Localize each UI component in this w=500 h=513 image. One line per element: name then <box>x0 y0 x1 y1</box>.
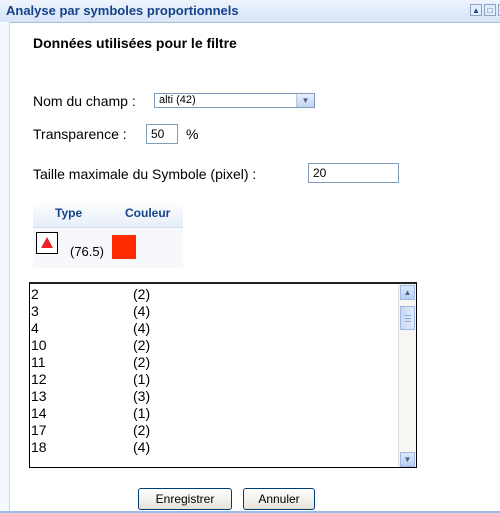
list-item-count: (2) <box>133 354 151 370</box>
color-column-header: Couleur <box>125 206 171 220</box>
list-item-value: 10 <box>31 337 47 353</box>
chevron-down-icon[interactable]: ▼ <box>296 94 314 107</box>
list-item[interactable]: 14 (1) <box>30 406 400 421</box>
list-item-value: 14 <box>31 405 47 421</box>
list-item-count: (1) <box>133 371 151 387</box>
collapse-icon[interactable]: ▲ <box>470 4 482 16</box>
scroll-down-icon[interactable]: ▼ <box>400 452 415 467</box>
transparency-input[interactable]: 50 <box>146 124 178 144</box>
list-item[interactable]: 2 (2) <box>30 287 400 302</box>
scroll-thumb[interactable] <box>400 306 415 330</box>
type-column-header: Type <box>55 206 83 220</box>
legend-table: Type Couleur (76.5) <box>33 200 183 268</box>
list-item[interactable]: 3 (4) <box>30 304 400 319</box>
transparency-unit: % <box>186 126 199 142</box>
list-item[interactable]: 4 (4) <box>30 321 400 336</box>
legend-row: (76.5) <box>33 228 183 268</box>
field-select-value: alti (42) <box>159 94 196 106</box>
list-item[interactable]: 18 (4) <box>30 440 400 455</box>
list-item-value: 4 <box>31 320 39 336</box>
save-button[interactable]: Enregistrer <box>138 488 232 510</box>
panel-border <box>0 22 10 513</box>
list-item-value: 2 <box>31 286 39 302</box>
list-item-count: (2) <box>133 422 151 438</box>
red-triangle-icon[interactable] <box>36 232 58 254</box>
scroll-up-icon[interactable]: ▲ <box>400 285 415 300</box>
list-item-count: (4) <box>133 439 151 455</box>
list-item[interactable]: 11 (2) <box>30 355 400 370</box>
list-item[interactable]: 13 (3) <box>30 389 400 404</box>
list-item-count: (4) <box>133 320 151 336</box>
max-size-input[interactable]: 20 <box>308 163 399 183</box>
list-item-value: 11 <box>31 354 46 370</box>
list-item[interactable]: 10 (2) <box>30 338 400 353</box>
list-item-value: 3 <box>31 303 39 319</box>
list-item[interactable]: 12 (1) <box>30 372 400 387</box>
maximize-icon[interactable]: □ <box>484 4 496 16</box>
max-size-label: Taille maximale du Symbole (pixel) : <box>33 166 257 182</box>
window-titlebar: Analyse par symboles proportionnels ▲ □ <box>0 0 500 23</box>
list-item-count: (1) <box>133 405 151 421</box>
list-item-value: 12 <box>31 371 47 387</box>
values-listbox[interactable]: 2 (2) 3 (4) 4 (4) 10 (2) 11 (2) 12 (1) 13 (3) 14 (1) 17 (… <box>29 282 417 468</box>
list-item-count: (3) <box>133 388 151 404</box>
list-item-value: 13 <box>31 388 47 404</box>
transparency-label: Transparence : <box>33 126 127 142</box>
list-item-count: (2) <box>133 286 151 302</box>
field-label: Nom du champ : <box>33 93 136 109</box>
field-select[interactable]: alti (42) ▼ <box>154 93 315 108</box>
list-item[interactable]: 17 (2) <box>30 423 400 438</box>
window-title: Analyse par symboles proportionnels <box>6 3 239 18</box>
color-swatch[interactable] <box>112 235 136 259</box>
list-item-count: (2) <box>133 337 151 353</box>
section-heading: Données utilisées pour le filtre <box>33 35 237 51</box>
list-item-value: 17 <box>31 422 47 438</box>
list-item-value: 18 <box>31 439 47 455</box>
cancel-button[interactable]: Annuler <box>243 488 315 510</box>
legend-header: Type Couleur <box>33 200 183 228</box>
symbol-value: (76.5) <box>70 244 104 259</box>
scrollbar[interactable]: ▲ ▼ <box>398 284 416 467</box>
list-item-count: (4) <box>133 303 151 319</box>
